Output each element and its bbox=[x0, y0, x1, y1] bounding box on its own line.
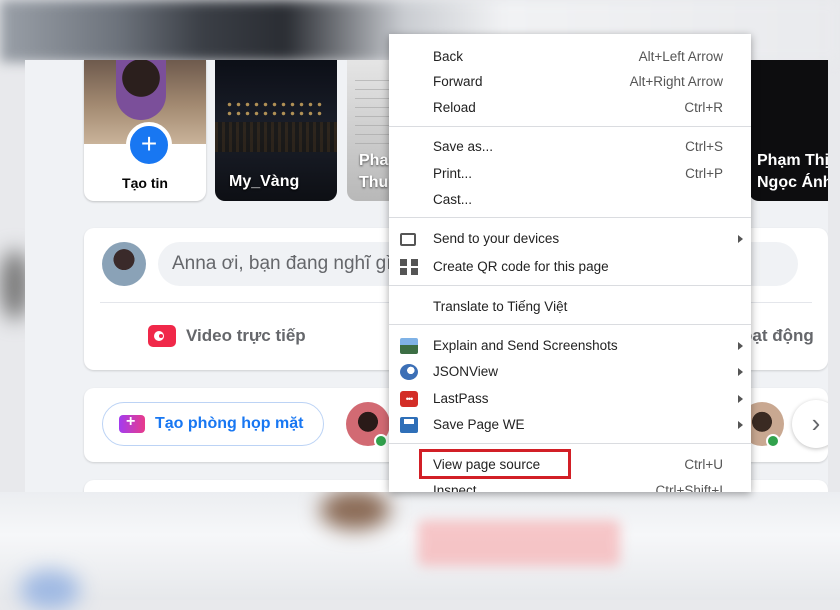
menu-item-shortcut: Alt+Left Arrow bbox=[638, 49, 723, 64]
menu-item-label: Cast... bbox=[433, 192, 473, 207]
story-label-line: Ngọc Ánh bbox=[757, 174, 828, 191]
menu-item-label: Save Page WE bbox=[433, 417, 525, 432]
story-card[interactable]: Phạm Thị Ngọc Ánh bbox=[749, 60, 828, 201]
menu-item-label: Print... bbox=[433, 166, 473, 181]
create-room-label: Tạo phòng họp mặt bbox=[155, 415, 304, 432]
blurred-avatar bbox=[20, 570, 80, 610]
menu-item-shortcut: Ctrl+R bbox=[684, 100, 723, 115]
activity-label: oạt động bbox=[742, 326, 814, 345]
menu-item-forward[interactable]: Forward Alt+Right Arrow bbox=[389, 69, 751, 95]
story-label: My_Vàng bbox=[229, 173, 300, 190]
blurred-highlight-reflection bbox=[418, 520, 620, 566]
menu-item-label: Inspect bbox=[433, 483, 477, 492]
menu-item-reload[interactable]: Reload Ctrl+R bbox=[389, 95, 751, 121]
screenshot-extension-icon bbox=[400, 338, 418, 354]
menu-item-translate[interactable]: Translate to Tiếng Việt bbox=[389, 294, 751, 320]
menu-item-cast[interactable]: Cast... bbox=[389, 187, 751, 213]
view-page-source-highlight-box bbox=[419, 449, 571, 479]
live-video-icon bbox=[148, 325, 176, 347]
menu-separator bbox=[389, 324, 751, 325]
story-photo bbox=[225, 100, 325, 120]
menu-item-shortcut: Ctrl+S bbox=[685, 139, 723, 154]
menu-item-explain-and-send-screenshots[interactable]: Explain and Send Screenshots bbox=[389, 333, 751, 359]
menu-item-label: JSONView bbox=[433, 364, 499, 379]
menu-item-label: Forward bbox=[433, 74, 483, 89]
plus-icon[interactable]: + bbox=[126, 122, 172, 168]
create-story-card[interactable]: + Tạo tin bbox=[84, 60, 206, 201]
live-video-label: Video trực tiếp bbox=[186, 326, 306, 345]
story-card[interactable]: My_Vàng bbox=[215, 60, 337, 201]
story-label-line: Pha bbox=[359, 152, 389, 169]
menu-item-label: Create QR code for this page bbox=[433, 259, 609, 274]
online-status-dot bbox=[766, 434, 780, 448]
menu-item-back[interactable]: Back Alt+Left Arrow bbox=[389, 44, 751, 70]
submenu-arrow-icon bbox=[738, 342, 743, 350]
story-photo-reflection bbox=[215, 122, 337, 152]
submenu-arrow-icon bbox=[738, 368, 743, 376]
browser-context-menu: Back Alt+Left Arrow Forward Alt+Right Ar… bbox=[389, 34, 751, 492]
avatar[interactable] bbox=[102, 242, 146, 286]
menu-separator bbox=[389, 217, 751, 218]
video-camera-plus-icon bbox=[119, 413, 145, 433]
menu-item-label: Back bbox=[433, 49, 464, 64]
menu-item-send-to-devices[interactable]: Send to your devices bbox=[389, 226, 751, 252]
activity-button[interactable]: oạt động bbox=[742, 316, 814, 356]
menu-separator bbox=[389, 443, 751, 444]
story-label-line: Phạm Thị bbox=[757, 152, 828, 169]
live-video-button[interactable]: Video trực tiếp bbox=[148, 316, 306, 356]
story-person bbox=[116, 60, 166, 120]
menu-item-print[interactable]: Print... Ctrl+P bbox=[389, 161, 751, 187]
menu-separator bbox=[389, 126, 751, 127]
menu-separator bbox=[389, 285, 751, 286]
menu-item-lastpass[interactable]: ••• LastPass bbox=[389, 386, 751, 412]
chevron-right-icon[interactable]: › bbox=[792, 400, 828, 448]
device-icon bbox=[400, 233, 416, 246]
blurred-avatar bbox=[320, 490, 390, 530]
menu-item-label: Send to your devices bbox=[433, 231, 560, 246]
submenu-arrow-icon bbox=[738, 235, 743, 243]
menu-item-label: Explain and Send Screenshots bbox=[433, 338, 618, 353]
story-label: Pha Thu bbox=[359, 150, 388, 194]
menu-item-create-qr-code[interactable]: Create QR code for this page bbox=[389, 254, 751, 280]
menu-item-jsonview[interactable]: JSONView bbox=[389, 359, 751, 385]
save-page-icon bbox=[400, 417, 418, 433]
lastpass-icon: ••• bbox=[400, 391, 418, 407]
menu-item-save-as[interactable]: Save as... Ctrl+S bbox=[389, 134, 751, 160]
menu-item-shortcut: Alt+Right Arrow bbox=[629, 74, 723, 89]
qr-code-icon bbox=[400, 259, 418, 275]
menu-item-save-page-we[interactable]: Save Page WE bbox=[389, 412, 751, 438]
menu-item-shortcut: Ctrl+P bbox=[685, 166, 723, 181]
menu-item-label: Save as... bbox=[433, 139, 494, 154]
story-label-line: Thu bbox=[359, 174, 389, 191]
menu-item-label: LastPass bbox=[433, 391, 489, 406]
menu-item-label: Reload bbox=[433, 100, 476, 115]
menu-item-shortcut: Ctrl+U bbox=[684, 457, 723, 472]
menu-item-shortcut: Ctrl+Shift+I bbox=[655, 483, 723, 492]
menu-item-label: Translate to Tiếng Việt bbox=[433, 299, 568, 314]
story-label: Phạm Thị Ngọc Ánh bbox=[757, 150, 828, 194]
create-room-button[interactable]: Tạo phòng họp mặt bbox=[102, 402, 324, 446]
jsonview-icon bbox=[400, 364, 418, 380]
online-status-dot bbox=[374, 434, 388, 448]
story-label: Tạo tin bbox=[122, 175, 168, 191]
story-photo bbox=[355, 72, 391, 152]
menu-item-inspect[interactable]: Inspect Ctrl+Shift+I bbox=[389, 478, 751, 492]
submenu-arrow-icon bbox=[738, 395, 743, 403]
submenu-arrow-icon bbox=[738, 421, 743, 429]
